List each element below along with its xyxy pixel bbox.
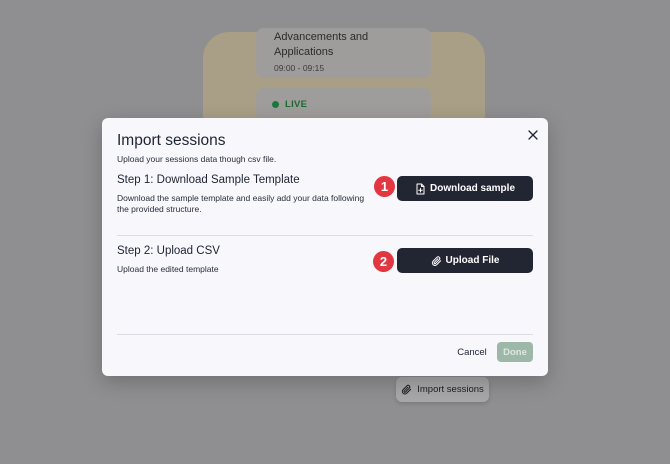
file-plus-icon (416, 183, 425, 194)
step1-title: Step 1: Download Sample Template (117, 174, 300, 186)
step2-description: Upload the edited template (117, 264, 219, 274)
upload-file-label: Upload File (445, 255, 500, 266)
close-button[interactable] (526, 128, 540, 142)
live-label: LIVE (285, 98, 308, 110)
background-session-card: Advancements and Applications 09:00 - 09… (256, 28, 431, 78)
divider (117, 235, 533, 236)
background-import-sessions-button: Import sessions (396, 377, 489, 402)
step2-badge: 2 (373, 251, 394, 272)
close-icon (528, 130, 538, 140)
step1-description: Download the sample template and easily … (117, 193, 365, 214)
upload-file-button[interactable]: Upload File (397, 248, 533, 273)
cancel-button[interactable]: Cancel (451, 342, 493, 362)
step1-badge: 1 (374, 176, 395, 197)
background-import-sessions-label: Import sessions (417, 384, 484, 395)
session-title-line1: Advancements and (274, 31, 369, 43)
live-dot-icon (272, 100, 279, 108)
session-title-line2: Applications (274, 46, 334, 58)
done-button[interactable]: Done (497, 342, 533, 362)
step2-title: Step 2: Upload CSV (117, 245, 220, 257)
background-live-card: LIVE (256, 88, 431, 120)
modal-subtitle: Upload your sessions data though csv fil… (117, 154, 277, 164)
paperclip-icon (402, 384, 412, 395)
download-sample-button[interactable]: Download sample (397, 176, 533, 201)
download-sample-label: Download sample (429, 183, 515, 194)
session-time: 09:00 - 09:15 (274, 63, 325, 73)
footer-divider (117, 334, 533, 335)
paperclip-icon (431, 255, 441, 266)
import-sessions-modal: Import sessions Upload your sessions dat… (102, 118, 548, 376)
modal-title: Import sessions (117, 132, 226, 149)
